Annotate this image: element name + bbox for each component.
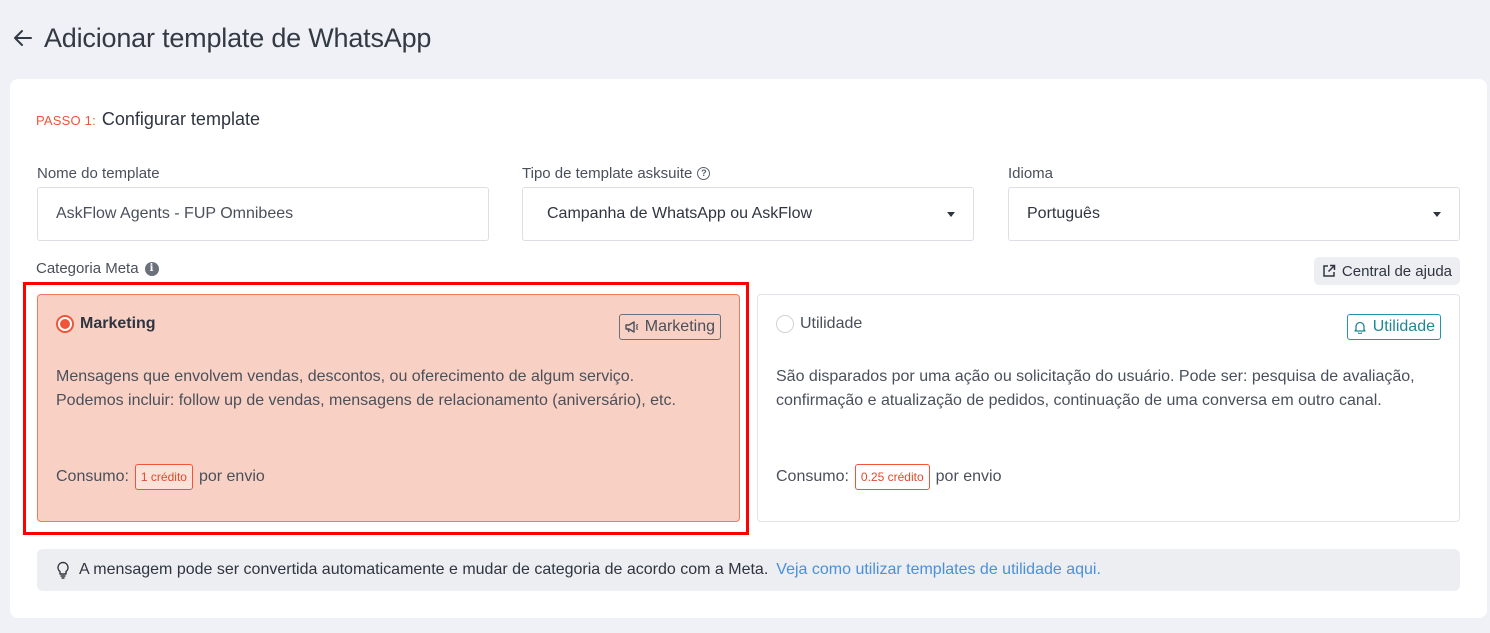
template-name-input[interactable]: AskFlow Agents - FUP Omnibees [37, 187, 489, 241]
caret-down-icon [1433, 211, 1441, 217]
category-notice: A mensagem pode ser convertida automatic… [37, 549, 1460, 591]
template-name-field: Nome do template AskFlow Agents - FUP Om… [37, 163, 489, 241]
language-label: Idioma [1008, 164, 1054, 182]
step-title: Configurar template [101, 109, 260, 129]
radio-selected-icon[interactable] [56, 315, 74, 333]
category-utility-description: São disparados por uma ação ou solicitaç… [776, 368, 1415, 409]
category-marketing-name: Marketing [80, 315, 156, 332]
consume-label: Consumo: [56, 468, 129, 485]
category-label-text: Categoria Meta [36, 260, 139, 277]
template-config-card: PASSO 1: Configurar template Nome do tem… [10, 79, 1487, 618]
marketing-badge: Marketing [618, 314, 721, 340]
bell-icon [1354, 321, 1366, 334]
utility-badge-label: Utilidade [1372, 318, 1435, 335]
language-value: Português [1027, 205, 1100, 222]
help-circle-icon[interactable]: ? [697, 166, 711, 180]
category-marketing-head: Marketing [56, 315, 156, 333]
template-type-label: Tipo de template asksuite ? [522, 163, 974, 183]
category-utility-card[interactable]: Utilidade Utilidade São disparados por u… [757, 294, 1460, 522]
help-center-button[interactable]: Central de ajuda [1313, 257, 1460, 285]
category-utility-head: Utilidade [776, 315, 862, 333]
template-type-value: Campanha de WhatsApp ou AskFlow [547, 205, 813, 222]
template-name-label: Nome do template [37, 164, 160, 182]
template-type-select[interactable]: Campanha de WhatsApp ou AskFlow [522, 187, 974, 241]
radio-unselected-icon[interactable] [776, 315, 794, 333]
per-send-label: por envio [198, 468, 265, 485]
category-label: Categoria Meta i [36, 260, 159, 277]
category-utility-name: Utilidade [800, 315, 863, 332]
per-send-label: por envio [935, 468, 1002, 485]
consume-label: Consumo: [776, 468, 849, 485]
category-marketing-description: Mensagens que envolvem vendas, descontos… [56, 368, 676, 409]
info-icon[interactable]: i [144, 261, 159, 276]
step-label: PASSO 1: [36, 113, 96, 128]
template-name-value: AskFlow Agents - FUP Omnibees [56, 205, 294, 222]
marketing-badge-label: Marketing [644, 318, 715, 335]
category-utility-consume: Consumo: 0.25 crédito por envio [776, 464, 1001, 490]
megaphone-icon [625, 321, 639, 333]
page-header: Adicionar template de WhatsApp [12, 20, 431, 56]
template-type-field: Tipo de template asksuite ? Campanha de … [522, 163, 974, 241]
help-center-label: Central de ajuda [1341, 262, 1452, 280]
notice-text: A mensagem pode ser convertida automatic… [79, 561, 769, 578]
credit-badge: 0.25 crédito [854, 464, 930, 490]
arrow-left-icon[interactable] [12, 27, 34, 49]
language-select[interactable]: Português [1008, 187, 1460, 241]
credit-badge: 1 crédito [134, 464, 193, 490]
lightbulb-icon [57, 561, 69, 579]
utility-templates-link[interactable]: Veja como utilizar templates de utilidad… [776, 561, 1101, 579]
external-link-icon [1323, 264, 1336, 277]
step-header: PASSO 1: Configurar template [36, 109, 260, 130]
utility-badge: Utilidade [1346, 314, 1441, 340]
template-type-label-text: Tipo de template asksuite [522, 164, 693, 182]
language-field: Idioma Português [1008, 163, 1460, 241]
caret-down-icon [947, 211, 955, 217]
category-marketing-consume: Consumo: 1 crédito por envio [56, 464, 265, 490]
category-marketing-card[interactable]: Marketing Marketing Mensagens que envolv… [37, 294, 740, 522]
page-title: Adicionar template de WhatsApp [44, 22, 432, 53]
